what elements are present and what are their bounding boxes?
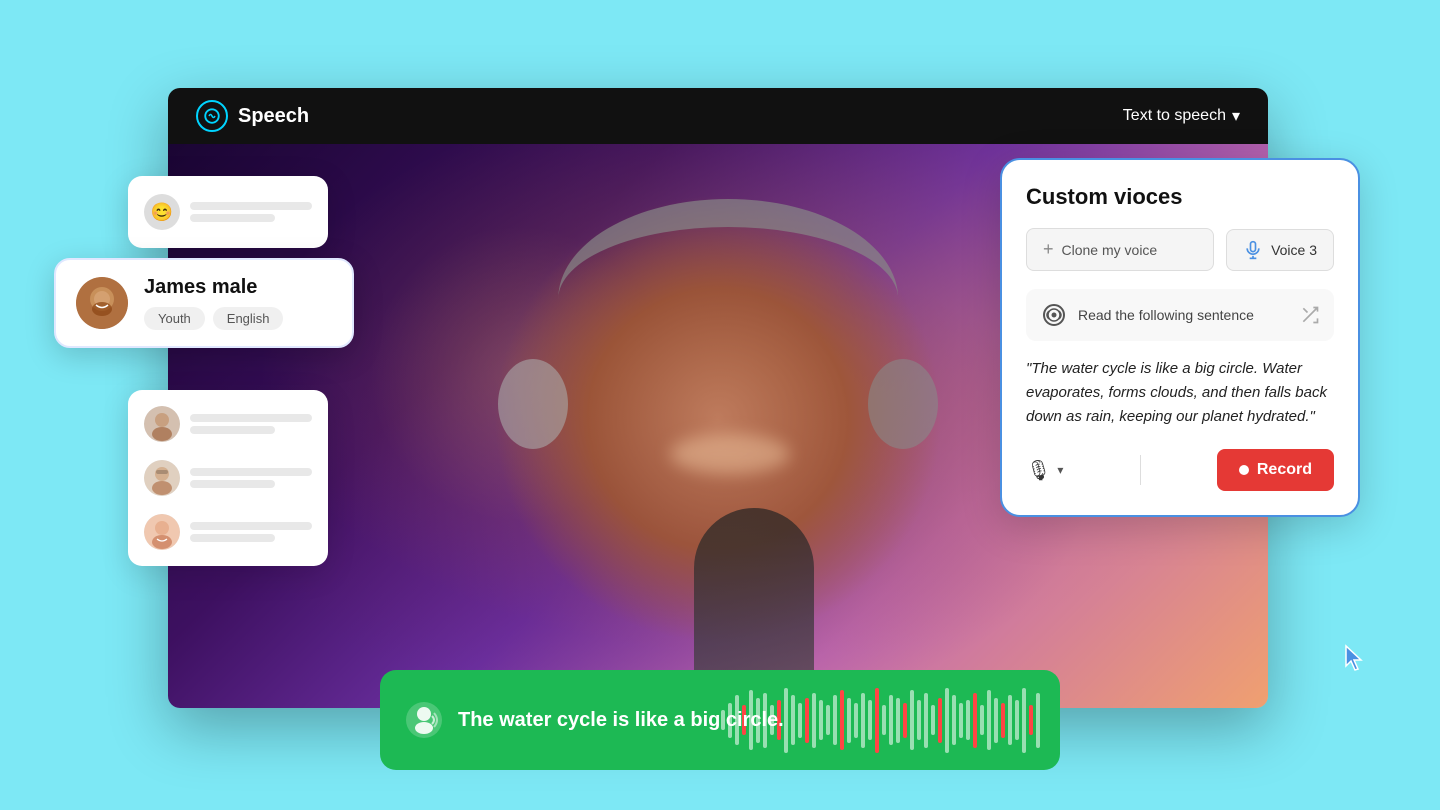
quote-text: "The water cycle is like a big circle. W…	[1026, 357, 1334, 429]
voice-line	[190, 426, 275, 434]
shuffle-icon[interactable]	[1300, 305, 1320, 325]
youth-tag: Youth	[144, 307, 205, 330]
tts-label: Text to speech	[1123, 107, 1226, 125]
avatar	[76, 277, 128, 329]
avatar	[144, 514, 180, 550]
voice-line	[190, 468, 312, 476]
voice-line	[190, 414, 312, 422]
avatar	[144, 406, 180, 442]
app-title: Speech	[238, 105, 309, 128]
james-tags: Youth English	[144, 307, 283, 330]
clone-label: Clone my voice	[1062, 242, 1158, 258]
list-item[interactable]: 😊	[140, 188, 316, 236]
plus-icon: +	[1043, 239, 1054, 260]
left-earcup	[498, 359, 568, 449]
mic-dropdown-icon: 🎙	[1026, 458, 1051, 483]
custom-voices-panel: Custom vioces + Clone my voice Voice 3 R…	[1000, 158, 1360, 517]
clone-voice-button[interactable]: + Clone my voice	[1026, 228, 1214, 271]
clone-row: + Clone my voice Voice 3	[1026, 228, 1334, 271]
logo-group: Speech	[196, 100, 309, 132]
voice-line	[190, 522, 312, 530]
waveform-text: The water cycle is like a big circle.	[458, 709, 784, 732]
voice-line	[190, 534, 275, 542]
list-item[interactable]	[140, 400, 316, 448]
record-dot-icon	[1239, 465, 1249, 475]
microphone-icon	[1243, 240, 1263, 260]
speaker-icon	[404, 700, 444, 740]
more-voices-card	[128, 390, 328, 566]
list-item[interactable]	[140, 508, 316, 556]
chevron-down-icon: ▾	[1232, 106, 1240, 126]
voice-line	[190, 214, 275, 222]
voice-line	[190, 202, 312, 210]
avatar: 😊	[144, 194, 180, 230]
panel-footer: 🎙 ▾ Record	[1026, 449, 1334, 491]
waveform-icon-group	[404, 700, 444, 740]
smile-glow	[670, 434, 790, 474]
cursor-pointer	[1342, 644, 1370, 672]
avatar	[144, 460, 180, 496]
waveform-bar: The water cycle is like a big circle.	[380, 670, 1060, 770]
record-button[interactable]: Record	[1217, 449, 1334, 491]
voice3-button[interactable]: Voice 3	[1226, 229, 1334, 271]
headphone-arc	[558, 199, 898, 399]
divider	[1140, 455, 1141, 485]
chevron-down-icon: ▾	[1057, 463, 1063, 477]
sentence-label: Read the following sentence	[1078, 307, 1290, 323]
app-header: Speech Text to speech ▾	[168, 88, 1268, 144]
sentence-row: Read the following sentence	[1026, 289, 1334, 341]
james-card[interactable]: James male Youth English	[54, 258, 354, 348]
right-earcup	[868, 359, 938, 449]
voice-list-card: 😊	[128, 176, 328, 248]
voice-line	[190, 480, 275, 488]
james-info: James male Youth English	[144, 276, 283, 330]
logo-icon	[196, 100, 228, 132]
james-name: James male	[144, 276, 283, 299]
english-tag: English	[213, 307, 284, 330]
list-item[interactable]	[140, 454, 316, 502]
headphone-icon	[1040, 301, 1068, 329]
record-label: Record	[1257, 461, 1312, 479]
voice3-label: Voice 3	[1271, 242, 1317, 258]
panel-title: Custom vioces	[1026, 184, 1334, 210]
text-to-speech-menu[interactable]: Text to speech ▾	[1123, 106, 1240, 126]
mic-dropdown[interactable]: 🎙 ▾	[1026, 458, 1063, 483]
